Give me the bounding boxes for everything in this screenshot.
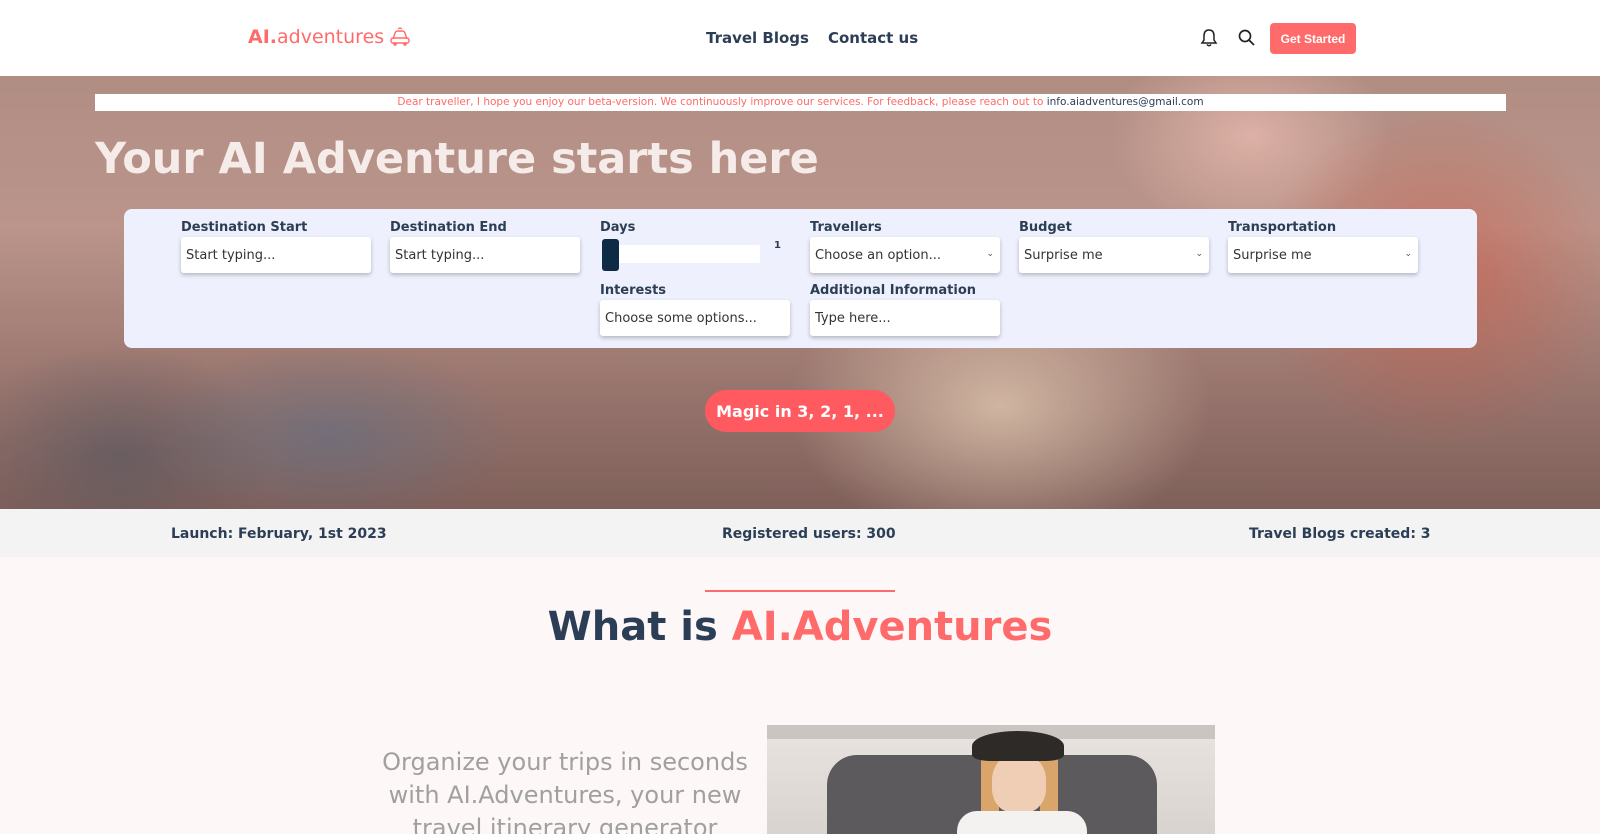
budget-value: Surprise me [1024, 247, 1103, 263]
site-header: AI. adventures Travel Blogs Contact us Ge… [0, 0, 1600, 76]
what-is-title-dark: What is [547, 604, 718, 650]
notice-email-link[interactable]: info.aiadventures@gmail.com [1047, 96, 1204, 108]
launch-stat: Launch: February, 1st 2023 [171, 526, 387, 542]
days-label: Days [600, 220, 636, 235]
chevron-down-icon: ⌄ [1404, 249, 1412, 259]
additional-info-label: Additional Information [810, 283, 977, 298]
travellers-select[interactable]: Choose an option... ⌄ [810, 237, 1000, 273]
transportation-value: Surprise me [1233, 247, 1312, 263]
days-slider-track[interactable] [603, 245, 760, 263]
budget-select[interactable]: Surprise me ⌄ [1019, 237, 1209, 273]
car-icon [390, 27, 410, 46]
transportation-select[interactable]: Surprise me ⌄ [1228, 237, 1418, 273]
registered-users-stat: Registered users: 300 [722, 526, 896, 542]
get-started-button[interactable]: Get Started [1270, 23, 1356, 54]
destination-start-input[interactable]: Start typing... [181, 237, 371, 273]
destination-start-label: Destination Start [181, 220, 308, 235]
days-value: 1 [774, 240, 781, 251]
section-divider [705, 590, 895, 592]
destination-end-label: Destination End [390, 220, 507, 235]
hero-title: Your AI Adventure starts here [95, 134, 819, 184]
hero-section: Dear traveller, I hope you enjoy our bet… [0, 76, 1600, 509]
budget-label: Budget [1019, 220, 1072, 235]
travellers-value: Choose an option... [815, 247, 941, 263]
interests-label: Interests [600, 283, 667, 298]
what-is-title-accent: AI.Adventures [731, 604, 1053, 650]
travellers-label: Travellers [810, 220, 882, 235]
nav-contact-us[interactable]: Contact us [828, 29, 918, 47]
what-is-description: Organize your trips in seconds with AI.A… [382, 748, 748, 834]
beta-notice: Dear traveller, I hope you enjoy our bet… [95, 94, 1506, 111]
chevron-down-icon: ⌄ [1195, 249, 1203, 259]
travel-blogs-stat: Travel Blogs created: 3 [1249, 526, 1431, 542]
stats-bar: Launch: February, 1st 2023 Registered us… [0, 509, 1600, 557]
days-slider-handle[interactable] [602, 239, 619, 271]
chevron-down-icon: ⌄ [986, 249, 994, 259]
notice-message: Dear traveller, I hope you enjoy our bet… [397, 96, 1044, 108]
main-nav: Travel Blogs Contact us [706, 29, 918, 47]
bell-icon[interactable] [1199, 28, 1219, 48]
interests-select[interactable]: Choose some options... [600, 300, 790, 336]
magic-button[interactable]: Magic in 3, 2, 1, ... [705, 390, 895, 432]
nav-travel-blogs[interactable]: Travel Blogs [706, 29, 809, 47]
logo[interactable]: AI. adventures [248, 26, 411, 48]
additional-info-input[interactable]: Type here... [810, 300, 1000, 336]
search-icon[interactable] [1237, 28, 1257, 48]
logo-ai-text: AI. [248, 26, 277, 48]
logo-rest-text: adventures [277, 26, 385, 48]
transportation-label: Transportation [1228, 220, 1337, 235]
traveller-photo [767, 725, 1215, 834]
what-is-title: What is AI.Adventures [0, 604, 1600, 650]
destination-end-input[interactable]: Start typing... [390, 237, 580, 273]
